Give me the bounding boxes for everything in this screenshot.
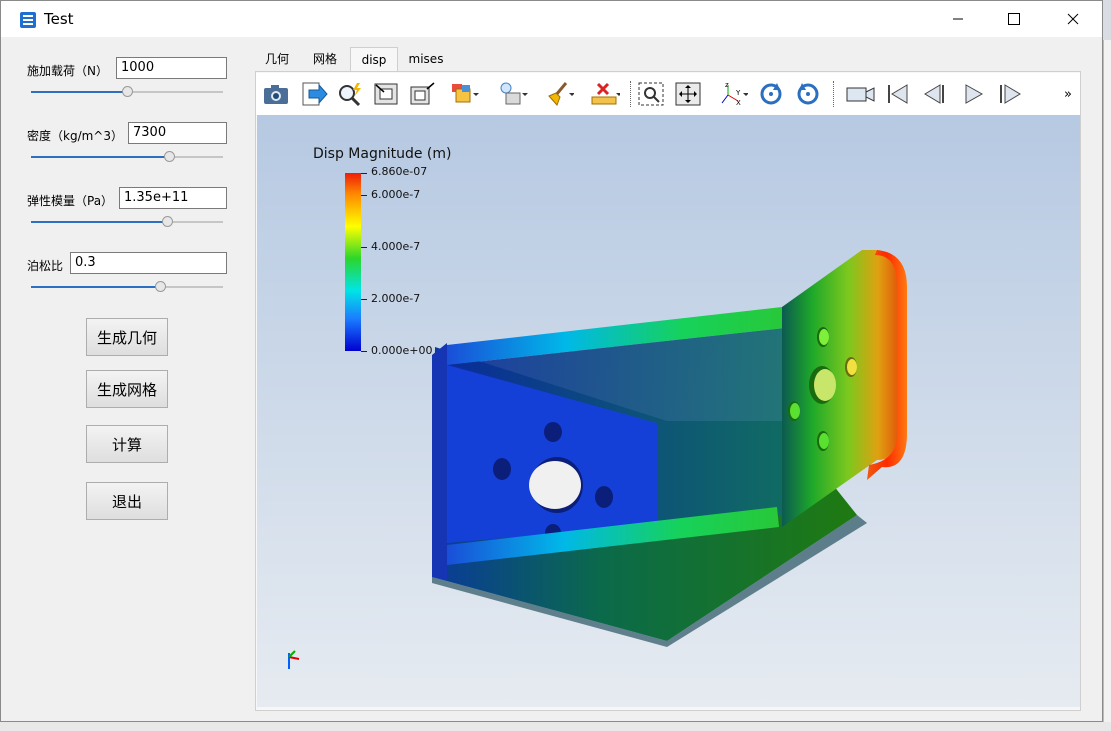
svg-text:X: X: [736, 99, 741, 107]
tab-mises[interactable]: mises: [404, 47, 448, 71]
rotate-ccw-icon[interactable]: [793, 79, 823, 109]
zoom-query-icon[interactable]: [335, 79, 365, 109]
svg-text:Y: Y: [735, 89, 741, 97]
screenshot-camera-icon[interactable]: [261, 79, 291, 109]
slider-handle[interactable]: [164, 151, 176, 162]
measure-ruler-icon[interactable]: [590, 79, 620, 109]
window-title: Test: [44, 10, 74, 28]
density-slider[interactable]: [31, 150, 223, 164]
load-slider[interactable]: [31, 85, 223, 99]
poisson-slider[interactable]: [31, 280, 223, 294]
next-frame-icon[interactable]: [995, 79, 1025, 109]
clear-brush-icon[interactable]: [544, 79, 574, 109]
density-label: 密度（kg/m^3）: [27, 129, 123, 143]
previous-frame-icon[interactable]: [920, 79, 950, 109]
rotate-cw-icon[interactable]: [756, 79, 786, 109]
fit-view-icon[interactable]: [371, 79, 401, 109]
modulus-label: 弹性模量（Pa）: [27, 194, 114, 208]
generate-mesh-button[interactable]: 生成网格: [86, 370, 168, 408]
app-window: Test 施加载荷（N） 1000 密度（kg/m^3） 7300 弹性模量（P…: [0, 0, 1103, 722]
record-camera-icon[interactable]: [845, 79, 875, 109]
play-icon[interactable]: [958, 79, 988, 109]
modulus-slider[interactable]: [31, 215, 223, 229]
render-viewport[interactable]: Disp Magnitude (m) 6.860e-07 6.000e-7 4.…: [257, 115, 1080, 707]
compute-button[interactable]: 计算: [86, 425, 168, 463]
app-icon: [19, 11, 37, 29]
modulus-input[interactable]: 1.35e+11: [119, 187, 227, 209]
maximize-button[interactable]: [985, 1, 1043, 37]
background-window-edge: [1103, 40, 1111, 722]
close-button[interactable]: [1044, 1, 1102, 37]
tab-geometry[interactable]: 几何: [259, 47, 295, 71]
display-mode-icon[interactable]: [450, 79, 480, 109]
bracket-model: [432, 250, 907, 647]
exit-button[interactable]: 退出: [86, 482, 168, 520]
poisson-label: 泊松比: [27, 259, 64, 273]
pan-view-icon[interactable]: [673, 79, 703, 109]
toolbar-separator: [833, 81, 835, 107]
select-zoom-icon[interactable]: [636, 79, 666, 109]
generate-geometry-button[interactable]: 生成几何: [86, 318, 168, 356]
density-input[interactable]: 7300: [128, 122, 227, 144]
tab-disp[interactable]: disp: [350, 47, 398, 71]
axes-orientation-icon[interactable]: zYX: [718, 79, 748, 109]
slider-handle[interactable]: [122, 86, 133, 97]
axes-triad-icon: [288, 650, 300, 669]
load-label: 施加载荷（N）: [27, 64, 108, 78]
title-bar: Test: [1, 1, 1102, 37]
first-frame-icon[interactable]: [883, 79, 913, 109]
slider-handle[interactable]: [154, 281, 166, 292]
svg-text:z: z: [725, 81, 729, 89]
zoom-box-icon[interactable]: [407, 79, 437, 109]
tab-mesh[interactable]: 网格: [307, 47, 343, 71]
slider-handle[interactable]: [162, 216, 174, 227]
load-input[interactable]: 1000: [116, 57, 227, 79]
desktop-background: [0, 722, 1111, 731]
toolbar-overflow-button[interactable]: »: [1056, 79, 1080, 109]
poisson-input[interactable]: 0.3: [70, 252, 227, 274]
viewer-toolbar: zYX »: [256, 73, 1080, 115]
minimize-button[interactable]: [929, 1, 987, 37]
toolbar-separator: [630, 81, 632, 107]
export-icon[interactable]: [299, 79, 329, 109]
lighting-icon[interactable]: [498, 79, 528, 109]
